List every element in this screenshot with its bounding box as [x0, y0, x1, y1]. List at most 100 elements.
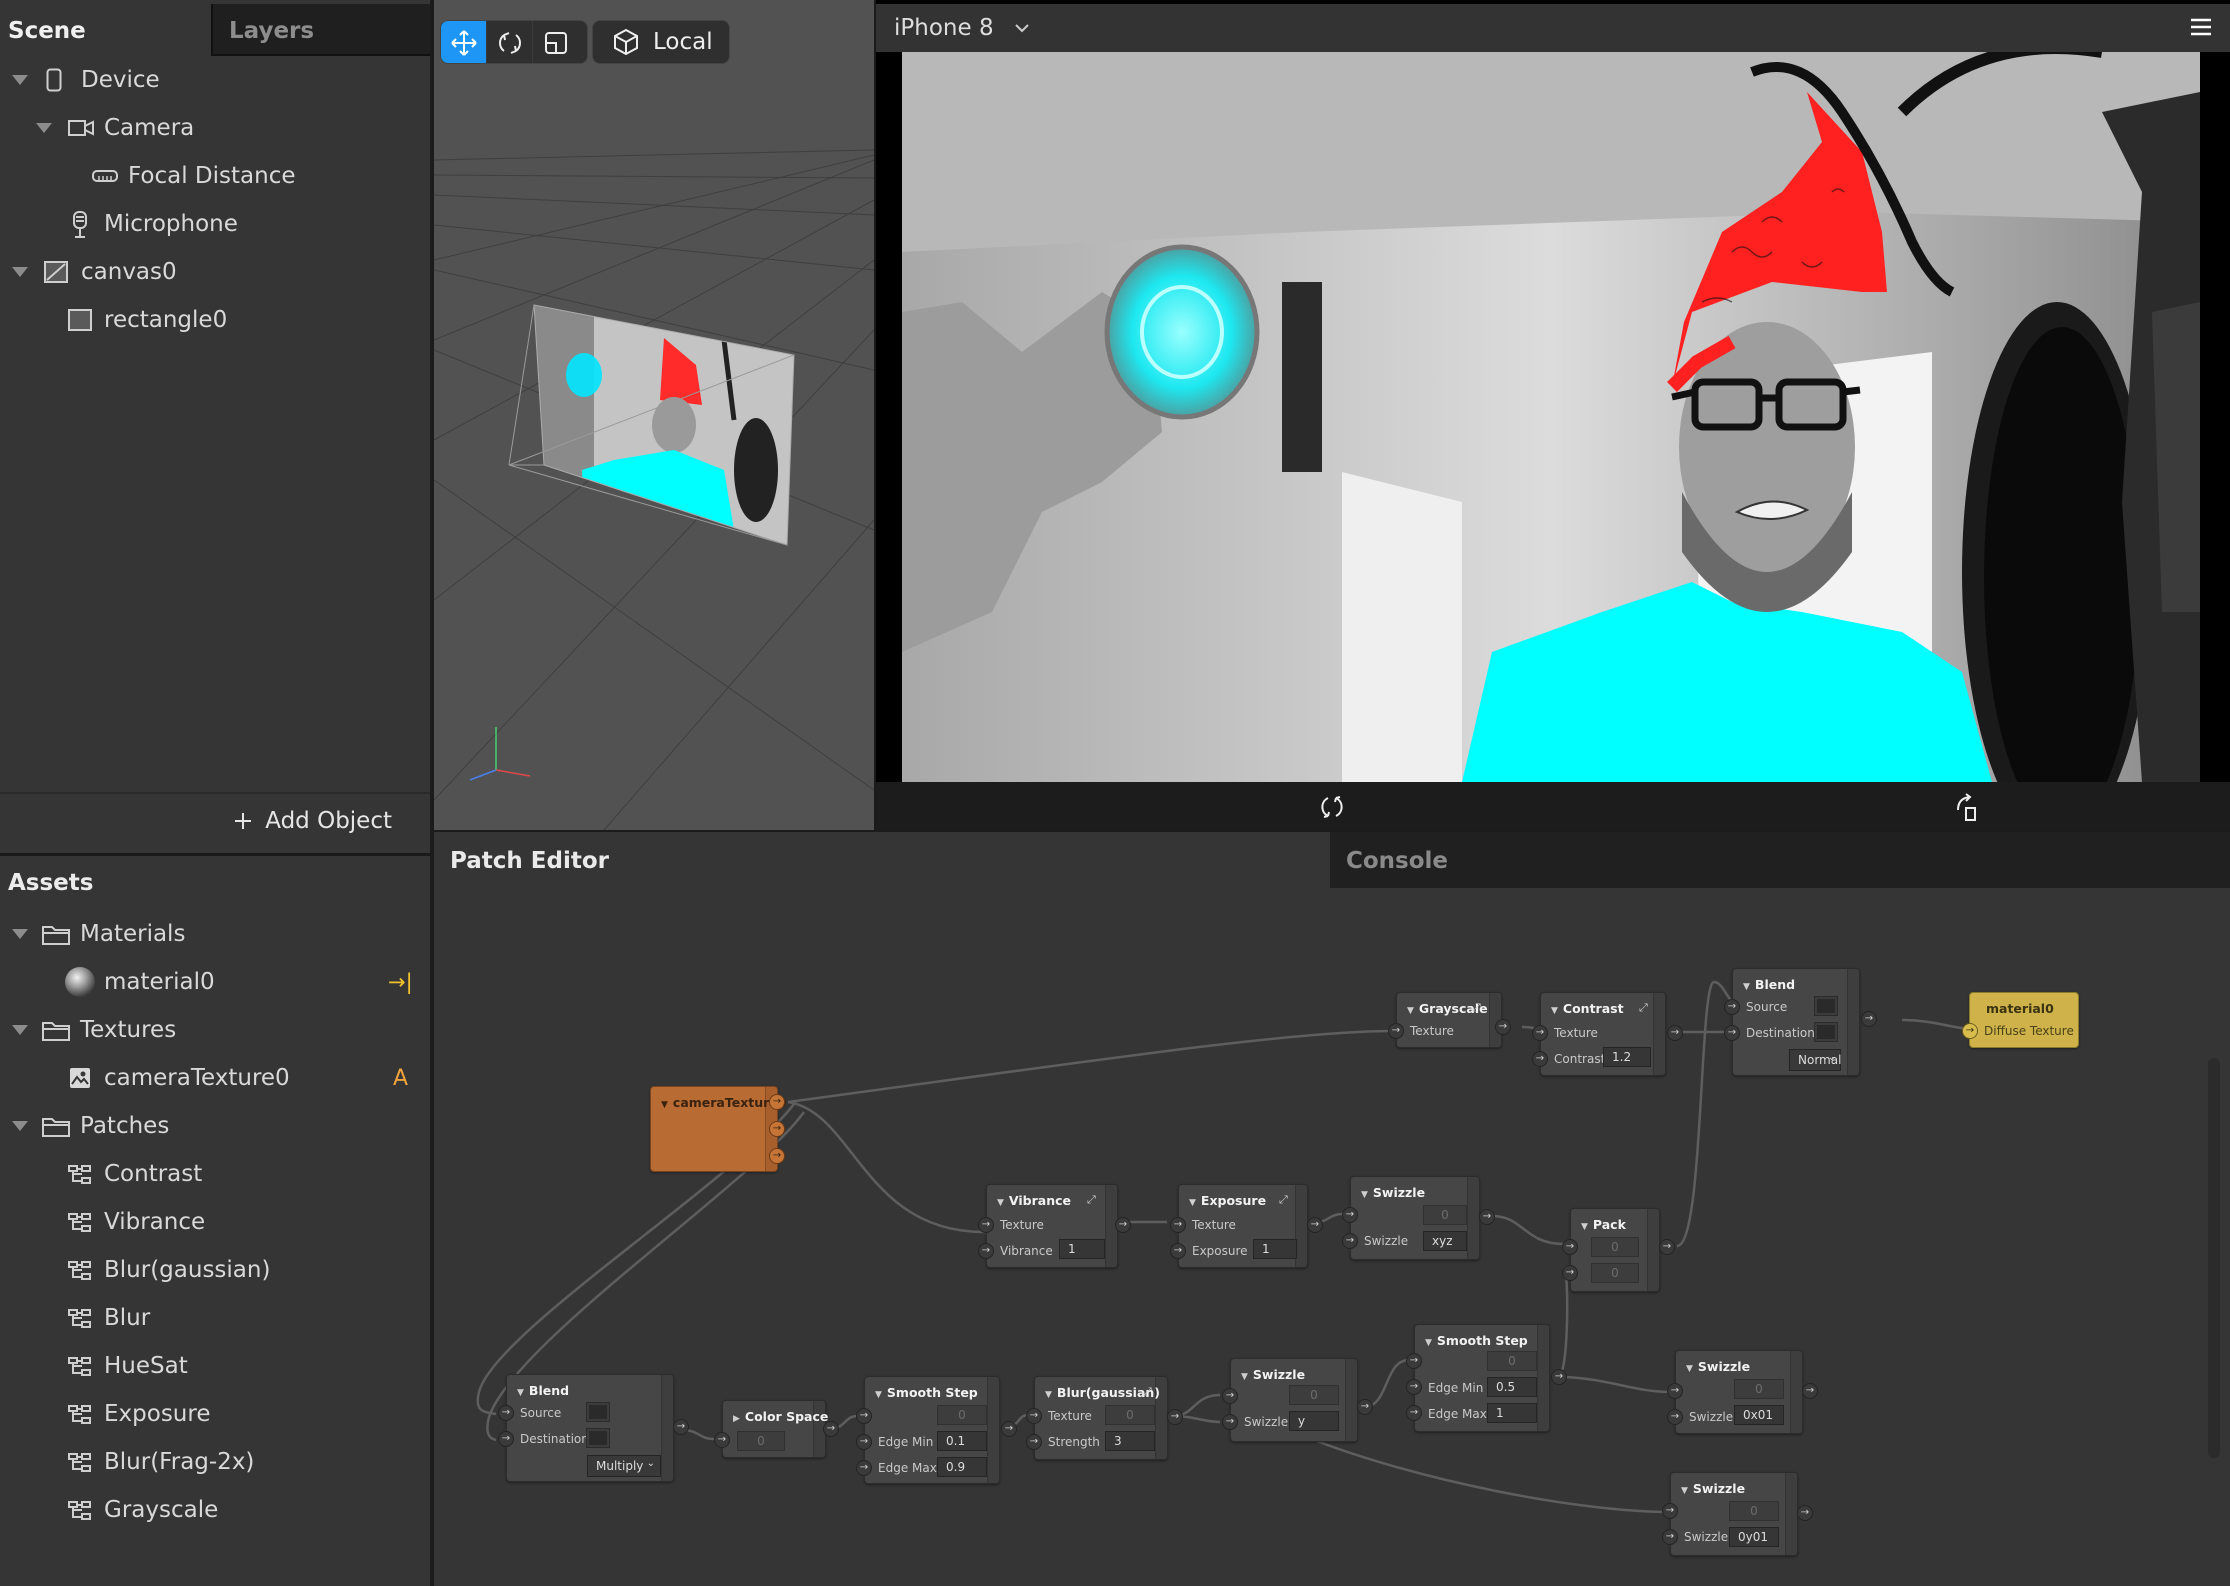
- output-port[interactable]: →: [1861, 1011, 1877, 1027]
- scale-tool-button[interactable]: [533, 21, 579, 63]
- material-link-icon[interactable]: →|: [388, 970, 413, 994]
- vibrance-value-field[interactable]: 1: [1059, 1239, 1105, 1259]
- output-port[interactable]: →: [1115, 1217, 1131, 1233]
- scene-item-camera[interactable]: Camera: [0, 108, 430, 148]
- input-port[interactable]: →: [714, 1432, 730, 1448]
- input-port[interactable]: →: [1406, 1405, 1422, 1421]
- output-port[interactable]: →: [769, 1121, 785, 1137]
- node-smooth-step-top[interactable]: ▼ Smooth Step → 0 → Edge Min 0.5 → Edge M…: [1406, 1324, 1567, 1432]
- asset-patch-item[interactable]: Blur: [0, 1298, 430, 1338]
- output-port[interactable]: →: [1001, 1421, 1017, 1437]
- output-port[interactable]: →: [1667, 1025, 1683, 1041]
- device-selector[interactable]: iPhone 8: [894, 15, 1030, 41]
- node-grayscale[interactable]: ▼ Grayscale ⤢ → Texture →: [1388, 992, 1511, 1048]
- swizzle-input-field[interactable]: 0: [1423, 1205, 1467, 1225]
- scene-viewport[interactable]: +: [434, 0, 874, 830]
- input-port[interactable]: →: [1662, 1503, 1678, 1519]
- node-blend-normal[interactable]: ▼ Blend → Source → Destination Normal ⌄ →: [1724, 968, 1877, 1076]
- output-port[interactable]: →: [769, 1148, 785, 1164]
- expand-caret-icon[interactable]: [12, 1025, 28, 1035]
- pack-x-field[interactable]: 0: [1591, 1237, 1639, 1257]
- edge-max-field[interactable]: 0.9: [937, 1457, 987, 1477]
- input-port[interactable]: →: [978, 1243, 994, 1259]
- node-swizzle-0y01[interactable]: ▼ Swizzle → 0 → Swizzle 0y01 →: [1662, 1472, 1813, 1556]
- output-port[interactable]: →: [1802, 1383, 1818, 1399]
- node-color-space[interactable]: ▶ Color Space → 0 →: [714, 1400, 839, 1458]
- input-port[interactable]: →: [1667, 1383, 1683, 1399]
- input-port[interactable]: →: [856, 1460, 872, 1476]
- input-port[interactable]: →: [1562, 1265, 1578, 1281]
- asset-patch-item[interactable]: HueSat: [0, 1346, 430, 1386]
- node-swizzle-xyz[interactable]: ▼ Swizzle → 0 → Swizzle xyz →: [1342, 1176, 1495, 1260]
- node-contrast[interactable]: ▼ Contrast ⤢ → Texture → Contrast 1.2 →: [1532, 992, 1683, 1076]
- add-object-button[interactable]: Add Object: [233, 808, 392, 834]
- tab-scene[interactable]: Scene: [0, 4, 211, 56]
- swizzle-input-field[interactable]: 0: [1734, 1379, 1784, 1399]
- blur-texture-field[interactable]: 0: [1105, 1405, 1155, 1425]
- tab-console[interactable]: Console: [1330, 832, 2230, 888]
- asset-patch-item[interactable]: Blur(Frag-2x): [0, 1442, 430, 1482]
- expand-icon[interactable]: ⤢: [1279, 1193, 1288, 1207]
- input-port[interactable]: →: [856, 1408, 872, 1424]
- scene-item-device[interactable]: Device: [0, 60, 430, 100]
- input-port[interactable]: →: [978, 1217, 994, 1233]
- contrast-value-field[interactable]: 1.2: [1603, 1047, 1651, 1067]
- asset-folder-patches[interactable]: Patches: [0, 1106, 430, 1146]
- input-port[interactable]: →: [1662, 1529, 1678, 1545]
- smooth-step-input-field[interactable]: 0: [937, 1405, 987, 1425]
- canvas-plane-preview[interactable]: [434, 0, 874, 830]
- node-swizzle-0x01[interactable]: ▼ Swizzle → 0 → Swizzle 0x01 →: [1667, 1350, 1818, 1434]
- swizzle-value-field[interactable]: y: [1289, 1411, 1339, 1431]
- input-port[interactable]: →: [1406, 1379, 1422, 1395]
- asset-patch-item[interactable]: Exposure: [0, 1394, 430, 1434]
- input-port[interactable]: →: [1222, 1388, 1238, 1404]
- asset-patch-item[interactable]: Contrast: [0, 1154, 430, 1194]
- swizzle-value-field[interactable]: xyz: [1423, 1231, 1467, 1251]
- expand-caret-icon[interactable]: [12, 929, 28, 939]
- move-tool-button[interactable]: [441, 21, 487, 63]
- input-port[interactable]: →: [1026, 1434, 1042, 1450]
- expand-icon[interactable]: ⤢: [1472, 1001, 1481, 1015]
- input-port[interactable]: →: [1962, 1023, 1978, 1039]
- input-port[interactable]: →: [1170, 1243, 1186, 1259]
- asset-folder-materials[interactable]: Materials: [0, 914, 430, 954]
- output-port[interactable]: →: [1167, 1409, 1183, 1425]
- input-port[interactable]: →: [1388, 1023, 1404, 1039]
- input-port[interactable]: →: [1342, 1207, 1358, 1223]
- output-port[interactable]: →: [1479, 1209, 1495, 1225]
- input-port[interactable]: →: [1342, 1233, 1358, 1249]
- edge-min-field[interactable]: 0.5: [1487, 1377, 1537, 1397]
- swizzle-input-field[interactable]: 0: [1729, 1501, 1779, 1521]
- output-port[interactable]: →: [1357, 1399, 1373, 1415]
- output-port[interactable]: →: [769, 1094, 785, 1110]
- output-port[interactable]: →: [1659, 1239, 1675, 1255]
- expand-icon[interactable]: ⤢: [1639, 1001, 1648, 1015]
- color-space-input-field[interactable]: 0: [737, 1431, 785, 1451]
- input-port[interactable]: →: [1724, 1025, 1740, 1041]
- hamburger-menu-icon[interactable]: [2190, 18, 2212, 36]
- source-color-swatch[interactable]: [586, 1402, 610, 1422]
- asset-folder-textures[interactable]: Textures: [0, 1010, 430, 1050]
- input-port[interactable]: →: [1667, 1409, 1683, 1425]
- scene-item-canvas0[interactable]: canvas0: [0, 252, 430, 292]
- expand-icon[interactable]: ⤢: [1143, 1385, 1152, 1399]
- tab-patch-editor[interactable]: Patch Editor: [434, 832, 1330, 888]
- input-port[interactable]: →: [1532, 1051, 1548, 1067]
- output-port[interactable]: →: [1495, 1019, 1511, 1035]
- tab-layers[interactable]: Layers: [211, 4, 430, 56]
- edge-max-field[interactable]: 1: [1487, 1403, 1537, 1423]
- rotate-tool-button[interactable]: [487, 21, 533, 63]
- expand-caret-icon[interactable]: [12, 1121, 28, 1131]
- input-port[interactable]: →: [1532, 1025, 1548, 1041]
- blur-strength-field[interactable]: 3: [1105, 1431, 1155, 1451]
- swizzle-value-field[interactable]: 0x01: [1734, 1405, 1784, 1425]
- input-port[interactable]: →: [1724, 999, 1740, 1015]
- swizzle-value-field[interactable]: 0y01: [1729, 1527, 1779, 1547]
- input-port[interactable]: →: [1026, 1408, 1042, 1424]
- pack-y-field[interactable]: 0: [1591, 1263, 1639, 1283]
- smooth-step-input-field[interactable]: 0: [1487, 1351, 1537, 1371]
- node-vibrance[interactable]: ▼ Vibrance ⤢ → Texture → Vibrance 1 →: [978, 1184, 1131, 1268]
- edge-min-field[interactable]: 0.1: [937, 1431, 987, 1451]
- exposure-value-field[interactable]: 1: [1253, 1239, 1297, 1259]
- source-color-swatch[interactable]: [1814, 996, 1838, 1016]
